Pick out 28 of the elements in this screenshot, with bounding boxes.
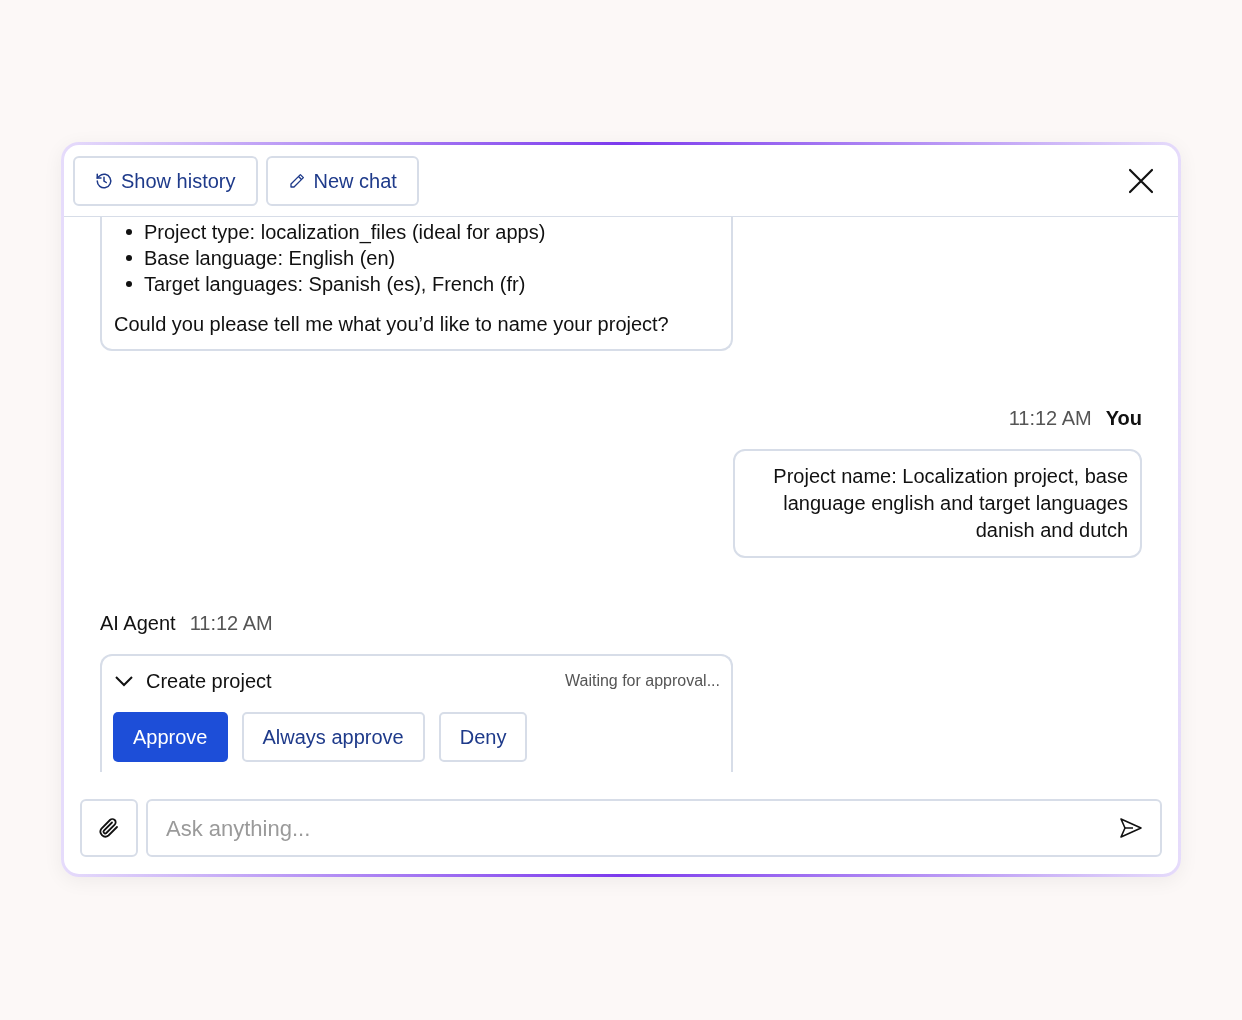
show-history-button[interactable]: Show history xyxy=(73,155,258,206)
author-name: AI Agent xyxy=(100,611,176,636)
bullet-text: Project type: localization_files (ideal for apps) xyxy=(144,220,546,245)
author-name: You xyxy=(1105,406,1142,431)
bullet-text: Base language: English (en) xyxy=(144,246,396,271)
tool-title: Create project xyxy=(146,669,273,694)
new-chat-button[interactable]: New chat xyxy=(265,155,419,206)
send-icon xyxy=(1119,816,1143,840)
message-input-field[interactable]: Ask anything... xyxy=(166,811,1118,845)
pencil-icon xyxy=(287,171,306,190)
attach-button[interactable] xyxy=(80,799,138,857)
bullet-icon xyxy=(126,281,132,287)
composer-box[interactable]: Ask anything... xyxy=(146,799,1162,857)
bullet-icon xyxy=(126,229,132,235)
message-time: 11:12 AM xyxy=(1008,406,1092,431)
status-text: Waiting for approval... xyxy=(564,671,720,691)
always-approve-button[interactable]: Always approve xyxy=(241,712,425,762)
bullet-text: Target languages: Spanish (es), French (fr) xyxy=(144,272,526,297)
paperclip-icon xyxy=(97,816,121,840)
history-icon xyxy=(95,171,113,190)
send-button[interactable] xyxy=(1118,815,1144,841)
deny-button[interactable]: Deny xyxy=(438,712,528,762)
approve-button[interactable]: Approve xyxy=(113,712,228,762)
message-time: 11:12 AM xyxy=(189,611,273,636)
message-text: Could you please tell me what you’d like to name your project? xyxy=(114,312,670,337)
close-icon xyxy=(1127,166,1155,195)
bullet-icon xyxy=(126,255,132,261)
user-message-bubble: Project name: Localization project, base language english and target languages danish and dutch xyxy=(733,449,1142,558)
